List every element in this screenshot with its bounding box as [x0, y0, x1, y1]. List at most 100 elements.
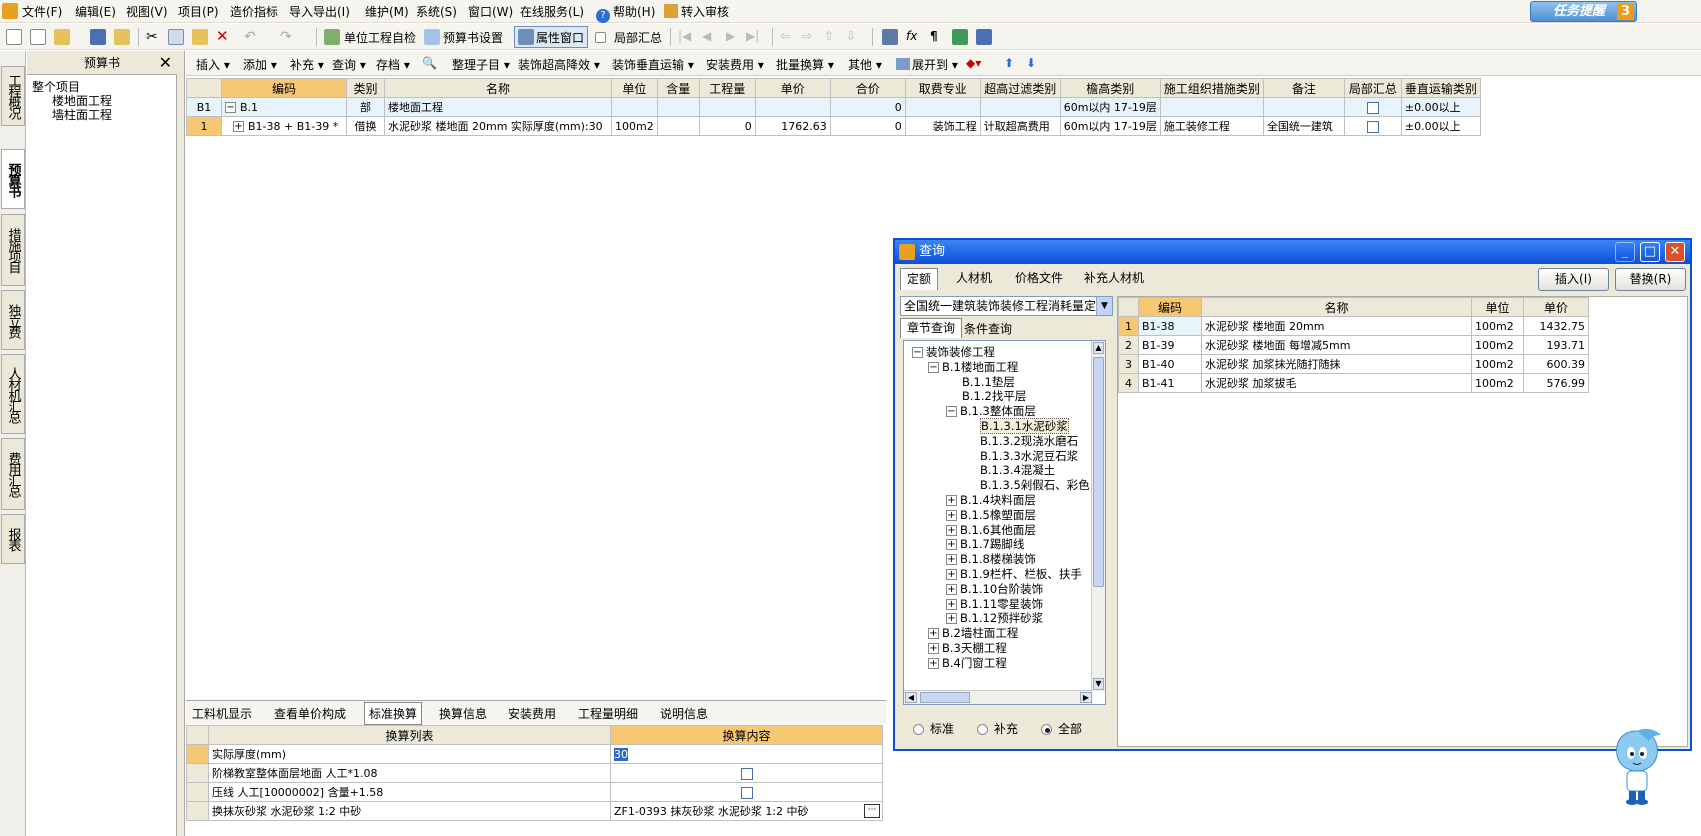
- dialog-tab-price-file[interactable]: 价格文件: [1009, 268, 1069, 290]
- scroll-right-icon[interactable]: ▶: [1080, 692, 1092, 703]
- table-row[interactable]: 换抹灰砂浆 水泥砂浆 1:2 中砂 ZF1-0393 抹灰砂浆 水泥砂浆 1:2…: [186, 801, 883, 821]
- partial-checkbox[interactable]: [1366, 120, 1379, 133]
- tree-node[interactable]: − B.1.3整体面层: [946, 403, 1036, 419]
- paragraph-icon[interactable]: ¶: [930, 29, 938, 43]
- tab-install-fee[interactable]: 安装费用: [508, 705, 556, 722]
- mascot-image[interactable]: [1609, 727, 1665, 805]
- result-code[interactable]: B1-39: [1138, 335, 1202, 355]
- cell-vertical[interactable]: ±0.00以上: [1400, 97, 1481, 117]
- paste-icon[interactable]: [192, 29, 208, 45]
- result-price[interactable]: 600.39: [1523, 354, 1589, 374]
- cell-note[interactable]: [1262, 97, 1345, 117]
- tree-node[interactable]: B.1.2找平层: [946, 388, 1026, 404]
- supplement-menu[interactable]: 补充 ▾: [290, 56, 324, 73]
- tab-description[interactable]: 说明信息: [660, 705, 708, 722]
- tree-node[interactable]: − 装饰装修工程: [912, 344, 995, 360]
- tree-node[interactable]: − B.1楼地面工程: [928, 359, 1018, 375]
- collapse-icon[interactable]: −: [928, 361, 939, 373]
- scroll-down-icon[interactable]: ▼: [1093, 678, 1104, 690]
- tree-node[interactable]: + B.1.6其他面层: [946, 522, 1036, 538]
- chevron-down-icon[interactable]: ▼: [1096, 297, 1112, 315]
- col-note[interactable]: 备注: [1262, 78, 1345, 98]
- cell-name[interactable]: 水泥砂浆 楼地面 20mm 实际厚度(mm):30: [384, 116, 612, 136]
- tree-node[interactable]: B.1.3.1水泥砂浆: [964, 418, 1069, 434]
- col-partial[interactable]: 局部汇总: [1343, 78, 1402, 98]
- result-row[interactable]: 4 B1-41 水泥砂浆 加浆拔毛 100m2 576.99: [1118, 373, 1589, 393]
- cell-type[interactable]: 部: [346, 97, 385, 117]
- cell-vertical[interactable]: ±0.00以上: [1400, 116, 1481, 136]
- tree-node[interactable]: + B.1.8楼梯装饰: [946, 551, 1036, 567]
- partial-summary-checkbox[interactable]: [595, 32, 606, 43]
- tree-node[interactable]: B.1.3.3水泥豆石浆: [964, 448, 1078, 464]
- menu-view[interactable]: 视图(V): [126, 3, 168, 20]
- result-name[interactable]: 水泥砂浆 楼地面 每增减5mm: [1201, 335, 1472, 355]
- result-price[interactable]: 193.71: [1523, 335, 1589, 355]
- col-org[interactable]: 施工组织措施类别: [1159, 78, 1264, 98]
- cell-eaves[interactable]: 60m以内 17-19层: [1059, 116, 1161, 136]
- tree-item-wall[interactable]: 墙柱面工程: [52, 106, 112, 123]
- tab-unit-price-composition[interactable]: 查看单价构成: [274, 705, 346, 722]
- query-menu[interactable]: 查询 ▾: [332, 56, 366, 73]
- move-down-icon[interactable]: ⇩: [846, 29, 856, 43]
- collapse-icon[interactable]: −: [946, 406, 957, 418]
- tree-node[interactable]: B.1.3.4混凝土: [964, 462, 1055, 478]
- arrow-down-icon[interactable]: ⬇: [1026, 56, 1036, 70]
- expand-icon[interactable]: +: [946, 524, 957, 536]
- cell-eaves[interactable]: 60m以内 17-19层: [1059, 97, 1161, 117]
- organize-items-menu[interactable]: 整理子目 ▾: [452, 56, 510, 73]
- cell-content[interactable]: [656, 116, 700, 136]
- result-row[interactable]: 1 B1-38 水泥砂浆 楼地面 20mm 100m2 1432.75: [1118, 316, 1589, 336]
- cell-qty[interactable]: 0: [698, 116, 756, 136]
- expand-icon[interactable]: +: [946, 569, 957, 580]
- cell-price[interactable]: 1762.63: [754, 116, 831, 136]
- move-right-icon[interactable]: ⇨: [802, 29, 812, 43]
- vtab-independent-fee[interactable]: 独立费: [1, 290, 25, 350]
- task-reminder-button[interactable]: 任务提醒 3: [1530, 1, 1637, 22]
- vtab-budget[interactable]: 预算书: [1, 149, 25, 209]
- press-line-checkbox[interactable]: [740, 786, 753, 799]
- expand-icon[interactable]: +: [928, 643, 939, 654]
- radio-all[interactable]: 全部: [1041, 720, 1082, 737]
- list-view-icon[interactable]: [976, 29, 992, 45]
- conversion-checkbox-cell[interactable]: [610, 782, 883, 802]
- expand-icon[interactable]: +: [946, 539, 957, 551]
- insert-menu[interactable]: 插入 ▾: [196, 56, 230, 73]
- cell-overheight[interactable]: 计取超高费用: [979, 116, 1061, 136]
- menu-window[interactable]: 窗口(W): [468, 3, 513, 20]
- tab-quantity-detail[interactable]: 工程量明细: [578, 705, 638, 722]
- menu-transfer-audit[interactable]: 转入审核: [664, 3, 729, 20]
- cut-icon[interactable]: ✂: [146, 29, 158, 45]
- result-row[interactable]: 3 B1-40 水泥砂浆 加浆抹光随打随抹 100m2 600.39: [1118, 354, 1589, 374]
- cell-name[interactable]: 楼地面工程: [384, 97, 612, 117]
- binoculars-icon[interactable]: 🔍: [422, 56, 437, 70]
- other-menu[interactable]: 其他 ▾: [848, 56, 882, 73]
- subtab-condition-query[interactable]: 条件查询: [958, 320, 1018, 338]
- menu-import-export[interactable]: 导入导出(I): [289, 3, 350, 20]
- menu-file[interactable]: 文件(F): [22, 3, 62, 20]
- decoration-height-menu[interactable]: 装饰超高降效 ▾: [518, 56, 600, 73]
- nav-next-icon[interactable]: ▶: [726, 29, 735, 43]
- cell-partial[interactable]: [1343, 116, 1402, 136]
- budget-settings-button[interactable]: 预算书设置: [443, 29, 503, 46]
- result-unit[interactable]: 100m2: [1471, 373, 1524, 393]
- calculator-icon[interactable]: [882, 29, 898, 45]
- table-row[interactable]: 1 + B1-38 + B1-39 * 借换 水泥砂浆 楼地面 20mm 实际厚度…: [186, 116, 1481, 136]
- cell-overheight[interactable]: [979, 97, 1061, 117]
- tree-node[interactable]: + B.4门窗工程: [928, 655, 1007, 671]
- scroll-thumb[interactable]: [1093, 357, 1104, 587]
- tree-node[interactable]: + B.3天棚工程: [928, 640, 1007, 656]
- expand-icon[interactable]: +: [233, 121, 244, 132]
- insert-button[interactable]: 插入(I): [1538, 268, 1609, 291]
- tab-material-display[interactable]: 工料机显示: [192, 705, 252, 722]
- move-left-icon[interactable]: ⇦: [780, 29, 790, 43]
- result-price[interactable]: 576.99: [1523, 373, 1589, 393]
- unit-check-button[interactable]: 单位工程自检: [344, 29, 416, 46]
- close-icon[interactable]: ✕: [1665, 242, 1685, 262]
- tree-node[interactable]: B.1.3.5剁假石、彩色: [964, 477, 1090, 493]
- mortar-replace-cell[interactable]: ZF1-0393 抹灰砂浆 水泥砂浆 1:2 中砂 ···: [610, 801, 883, 821]
- cell-fee[interactable]: 装饰工程: [904, 116, 981, 136]
- partial-checkbox[interactable]: [1366, 101, 1379, 114]
- table-row[interactable]: B1 − B.1 部 楼地面工程 0 60m以内 17-19层 ±0.00以上: [186, 97, 1481, 117]
- tree-node[interactable]: + B.1.5橡塑面层: [946, 507, 1036, 523]
- col-qty[interactable]: 工程量: [698, 78, 756, 98]
